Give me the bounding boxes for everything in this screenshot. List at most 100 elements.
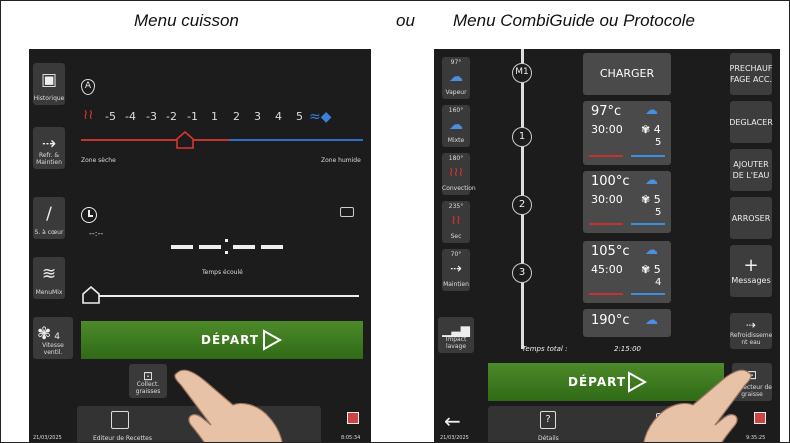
step-fan: 5: [653, 193, 661, 206]
step-node-2[interactable]: 2: [512, 195, 532, 215]
water-cooling-label: Refroidisseme nt eau: [730, 332, 773, 346]
humid-bar: [631, 155, 665, 157]
total-time-label: Temps total :: [522, 345, 568, 353]
details-label: Détails: [538, 435, 559, 442]
details-icon[interactable]: ?: [540, 411, 556, 429]
menumix-icon: ≋: [41, 264, 57, 284]
no-alarm-icon[interactable]: [347, 412, 359, 424]
grease-label: Collect. graisses: [135, 381, 161, 395]
hold-label: Refr. & Maintien: [36, 152, 62, 166]
caption-ou: ou: [396, 11, 415, 30]
step-time: 45:00: [591, 263, 623, 276]
start-label: DÉPART: [201, 333, 260, 347]
step-temp: 105°c: [591, 244, 630, 259]
menumix-button[interactable]: ≋ MenuMix: [33, 257, 65, 299]
start-label: DÉPART: [568, 375, 627, 389]
pointing-hand-image: [643, 369, 752, 442]
dry-bar: [589, 293, 623, 295]
step-fan: 5: [653, 263, 661, 276]
scale-tick: 4: [275, 110, 282, 123]
time-display[interactable]: [171, 239, 301, 254]
fan-speed-label: Vitesse ventil.: [42, 342, 64, 356]
play-icon: [263, 329, 283, 351]
time-slider-track[interactable]: [91, 295, 359, 297]
recipe-editor-label: Editeur de Recettes: [93, 435, 152, 442]
mode-steam-button[interactable]: 97° ☁ Vapeur: [442, 57, 470, 99]
dry-heat-icon: ≀≀: [83, 107, 94, 123]
baste-button[interactable]: ARROSER: [730, 197, 772, 239]
step-card-3[interactable]: 105°c 45:00 ☁ ✾ 5 4: [583, 241, 671, 303]
step-time: 30:00: [591, 193, 623, 206]
add-water-button[interactable]: AJOUTER DE L'EAU: [730, 149, 772, 191]
humid-bar: [631, 223, 665, 225]
dry-zone-bar: [81, 139, 229, 141]
screenshot-frame: Menu cuisson ou Menu CombiGuide ou Proto…: [0, 0, 790, 443]
hold-button[interactable]: ⇢ Refr. & Maintien: [33, 127, 65, 169]
mode-steam-temp: 97°: [450, 59, 462, 66]
step-node-m1[interactable]: M1: [512, 63, 532, 83]
combiguide-panel: 97° ☁ Vapeur 160° ☁ Mixte 180° ≀≀≀ Conve…: [434, 49, 780, 442]
dry-bar: [589, 155, 623, 157]
footer-date: 21/03/2025: [33, 435, 62, 441]
fan-speed-button[interactable]: ✾ 4 Vitesse ventil.: [33, 317, 73, 359]
menumix-label: MenuMix: [35, 289, 63, 296]
back-arrow-icon[interactable]: ←: [444, 409, 461, 433]
recipe-editor-icon[interactable]: [111, 411, 129, 429]
mode-hold-button[interactable]: 70° ⇢ Maintien: [442, 249, 470, 291]
step-card-1[interactable]: 97°c 30:00 ☁ ✾ 4 5: [583, 101, 671, 165]
footer-clock: 8:05:34: [341, 435, 361, 441]
dry-bar: [589, 223, 623, 225]
convection-icon: ≀≀≀: [448, 165, 464, 180]
step-temp: 97°c: [591, 104, 622, 119]
scale-tick: -2: [166, 110, 177, 123]
step-humidity: 5: [655, 137, 662, 148]
step-time: 30:00: [591, 123, 623, 136]
load-button[interactable]: CHARGER: [583, 53, 671, 95]
scale-tick: 2: [233, 110, 240, 123]
impact-wash-button[interactable]: ▁▃▆ Impact lavage: [438, 317, 474, 353]
mixed-icon: ☁: [645, 173, 658, 188]
auto-mode-badge[interactable]: A: [81, 79, 95, 95]
step-node-1[interactable]: 1: [512, 127, 532, 147]
water-cooling-button[interactable]: ⇢ Refroidisseme nt eau: [730, 313, 772, 349]
timer-value: --:--: [89, 229, 104, 238]
deglaze-button[interactable]: DEGLACER: [729, 101, 773, 143]
time-slider-handle[interactable]: [81, 285, 101, 304]
grease-collector-button[interactable]: ⊡ Collect. graisses: [129, 364, 167, 398]
cooking-menu-panel: ▣ Historique ⇢ Refr. & Maintien ∕ S. à c…: [29, 49, 371, 442]
no-alarm-icon[interactable]: [754, 412, 766, 424]
scale-tick: -5: [105, 110, 116, 123]
mode-hold-temp: 70°: [450, 251, 462, 258]
preheat-button[interactable]: PRECHAUF FAGE ACC.: [730, 53, 772, 95]
footer-date: 21/03/2025: [440, 435, 469, 441]
mixed-icon: ☁: [645, 313, 658, 328]
history-icon: ▣: [40, 70, 58, 90]
elapsed-label: Temps écoulé: [202, 269, 243, 276]
mode-hold-label: Maintien: [443, 281, 469, 288]
scale-tick: 1: [211, 110, 218, 123]
pointing-hand-image: [174, 369, 283, 442]
keyboard-icon[interactable]: [340, 207, 354, 217]
probe-icon: ∕: [46, 204, 52, 224]
mode-dry-button[interactable]: 235° ≀≀ Sec: [442, 201, 470, 243]
clock-icon: [81, 207, 97, 223]
history-button[interactable]: ▣ Historique: [33, 63, 65, 105]
probe-label: S. à cœur: [34, 229, 64, 236]
caption-menu-combiguide: Menu CombiGuide ou Protocole: [453, 11, 695, 30]
mode-convection-button[interactable]: 180° ≀≀≀ Convection: [442, 153, 476, 195]
humidity-slider-handle[interactable]: [175, 130, 195, 149]
step-card-4[interactable]: 190°c ☁: [583, 309, 671, 337]
dry-zone-label: Zone sèche: [81, 157, 116, 164]
start-button[interactable]: DÉPART: [81, 321, 363, 359]
step-node-3[interactable]: 3: [512, 263, 532, 283]
scale-tick: -4: [125, 110, 136, 123]
step-card-2[interactable]: 100°c 30:00 ☁ ✾ 5 5: [583, 171, 671, 233]
humid-icon: ≈◆: [309, 109, 332, 125]
step-humidity: 5: [655, 207, 662, 218]
mode-steam-label: Vapeur: [445, 89, 467, 96]
core-probe-button[interactable]: ∕ S. à cœur: [33, 197, 65, 239]
scale-tick: 5: [296, 110, 303, 123]
mode-mixed-button[interactable]: 160° ☁ Mixte: [442, 105, 470, 147]
humid-bar: [631, 293, 665, 295]
messages-button[interactable]: + Messages: [730, 245, 772, 297]
